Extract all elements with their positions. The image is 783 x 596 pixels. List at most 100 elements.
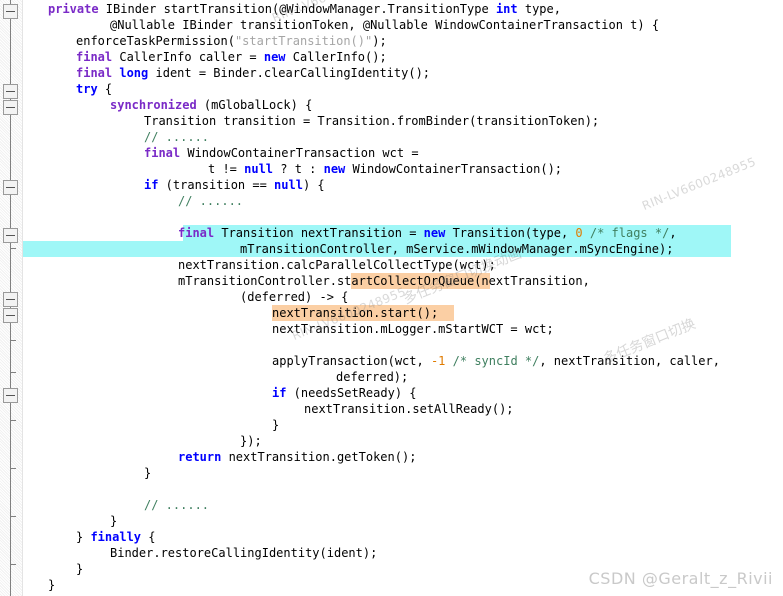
code-token-plain: nextTransition.calcParallelCollectType(w… <box>178 258 496 272</box>
code-token-cmt: /* syncId */ <box>452 354 540 368</box>
code-line[interactable]: Transition transition = Transition.fromB… <box>0 113 599 129</box>
code-token-plain: mTransitionController, mService.mWindowM… <box>240 242 674 256</box>
csdn-signature: CSDN @Geralt_z_Rivii <box>588 569 773 588</box>
code-token-plain: } <box>48 578 56 592</box>
code-token-plain: deferred); <box>336 370 409 384</box>
code-line[interactable]: deferred); <box>0 369 408 385</box>
code-token-plain: (deferred) -> { <box>240 290 349 304</box>
code-token-plain: CallerInfo(); <box>285 50 387 64</box>
code-token-plain: , nextTransition, caller, <box>539 354 720 368</box>
code-token-num: 0 <box>575 226 583 240</box>
code-token-kw2: return <box>178 450 222 464</box>
fold-collapse-icon[interactable] <box>3 292 18 307</box>
fold-collapse-icon[interactable] <box>3 100 18 115</box>
code-token-kw2: null <box>244 162 274 176</box>
code-line[interactable]: private IBinder startTransition(@WindowM… <box>0 1 561 17</box>
code-token-plain: } <box>110 514 118 528</box>
code-line[interactable]: } <box>0 417 279 433</box>
code-token-plain: ident = Binder.clearCallingIdentity(); <box>148 66 431 80</box>
code-line[interactable]: // ...... <box>0 497 209 513</box>
code-token-kw2: int <box>495 2 518 16</box>
code-line[interactable]: nextTransition.setAllReady(); <box>0 401 514 417</box>
code-line[interactable]: }); <box>0 433 262 449</box>
fold-collapse-icon[interactable] <box>3 388 18 403</box>
code-line[interactable]: return nextTransition.getToken(); <box>0 449 416 465</box>
code-line[interactable]: enforceTaskPermission("startTransition()… <box>0 33 387 49</box>
code-line[interactable]: nextTransition.calcParallelCollectType(w… <box>0 257 496 273</box>
code-line[interactable]: if (transition == null) { <box>0 177 325 193</box>
code-token-kw2: if <box>144 178 159 192</box>
code-token-cmt: // ...... <box>144 498 210 512</box>
code-token-plain: mTransitionController.startCollectOrQueu… <box>178 274 590 288</box>
code-token-plain: WindowContainerTransaction(); <box>345 162 563 176</box>
code-token-kw2: try <box>76 82 98 96</box>
code-line[interactable]: Binder.restoreCallingIdentity(ident); <box>0 545 377 561</box>
code-token-kw: final <box>144 146 188 160</box>
code-token-plain: nextTransition.getToken(); <box>221 450 417 464</box>
fold-collapse-icon[interactable] <box>3 308 18 323</box>
code-token-plain: , <box>669 226 677 240</box>
fold-collapse-icon[interactable] <box>3 180 18 195</box>
code-token-cmt: /* flags */ <box>589 226 670 240</box>
code-text-layer[interactable]: private IBinder startTransition(@WindowM… <box>0 0 783 596</box>
code-token-kw2: new <box>423 226 446 240</box>
code-line[interactable]: (deferred) -> { <box>0 289 348 305</box>
code-line[interactable]: // ...... <box>0 129 209 145</box>
code-token-plain: (transition == <box>158 178 275 192</box>
code-token-plain: } <box>76 530 91 544</box>
code-fold-gutter[interactable] <box>0 0 23 596</box>
code-token-kw: synchronized <box>110 98 204 112</box>
code-token-plain: t != <box>208 162 245 176</box>
code-token-kw2: new <box>263 50 286 64</box>
code-token-plain: IBinder startTransition(@WindowManager.T… <box>105 2 496 16</box>
code-line[interactable]: applyTransaction(wct, -1 /* syncId */, n… <box>0 353 720 369</box>
code-line[interactable]: nextTransition.mLogger.mStartWCT = wct; <box>0 321 554 337</box>
fold-collapse-icon[interactable] <box>3 4 18 19</box>
code-token-plain: @Nullable IBinder transitionToken, @Null… <box>110 18 660 32</box>
code-line[interactable]: synchronized (mGlobalLock) { <box>0 97 312 113</box>
code-token-kw2: long <box>119 66 149 80</box>
fold-range-end-icon <box>10 248 16 249</box>
code-editor-view[interactable]: private IBinder startTransition(@WindowM… <box>0 0 783 596</box>
fold-range-end-icon <box>10 468 16 469</box>
code-token-plain: nextTransition.setAllReady(); <box>304 402 514 416</box>
fold-range-end-icon <box>10 420 16 421</box>
code-line[interactable]: final long ident = Binder.clearCallingId… <box>0 65 430 81</box>
code-token-plain: enforceTaskPermission( <box>76 34 235 48</box>
code-token-plain: { <box>141 530 156 544</box>
code-token-plain: { <box>97 82 113 96</box>
code-line[interactable]: } finally { <box>0 529 155 545</box>
code-token-kw2: new <box>323 162 346 176</box>
code-token-plain: WindowContainerTransaction wct = <box>187 146 419 160</box>
code-line[interactable]: @Nullable IBinder transitionToken, @Null… <box>0 17 659 33</box>
code-line[interactable]: final CallerInfo caller = new CallerInfo… <box>0 49 387 65</box>
fold-range-end-icon <box>10 340 16 341</box>
code-line[interactable]: final WindowContainerTransaction wct = <box>0 145 419 161</box>
code-line[interactable]: // ...... <box>0 193 243 209</box>
fold-range-end-icon <box>10 564 16 565</box>
code-token-plain: Transition(type, <box>445 226 576 240</box>
code-line[interactable]: mTransitionController.startCollectOrQueu… <box>0 273 590 289</box>
code-token-plain: CallerInfo caller = <box>119 50 264 64</box>
code-line[interactable]: if (needsSetReady) { <box>0 385 417 401</box>
code-token-plain: } <box>272 418 280 432</box>
code-line[interactable]: t != null ? t : new WindowContainerTrans… <box>0 161 562 177</box>
code-token-plain: ); <box>372 34 387 48</box>
code-token-str: "startTransition()" <box>234 34 373 48</box>
fold-collapse-icon[interactable] <box>3 228 18 243</box>
fold-collapse-icon[interactable] <box>3 84 18 99</box>
code-token-kw2: null <box>274 178 303 192</box>
code-token-plain: Transition nextTransition = <box>221 226 424 240</box>
code-line[interactable]: nextTransition.start(); <box>0 305 438 321</box>
code-token-plain: ) { <box>302 178 325 192</box>
code-token-plain: } <box>144 466 152 480</box>
code-token-plain: ? t : <box>273 162 324 176</box>
code-token-kw: final <box>76 50 120 64</box>
code-line[interactable]: mTransitionController, mService.mWindowM… <box>0 241 673 257</box>
fold-range-end-icon <box>10 516 16 517</box>
code-token-plain: (needsSetReady) { <box>286 386 417 400</box>
code-line[interactable]: final Transition nextTransition = new Tr… <box>0 225 677 241</box>
code-token-plain: type, <box>517 2 561 16</box>
